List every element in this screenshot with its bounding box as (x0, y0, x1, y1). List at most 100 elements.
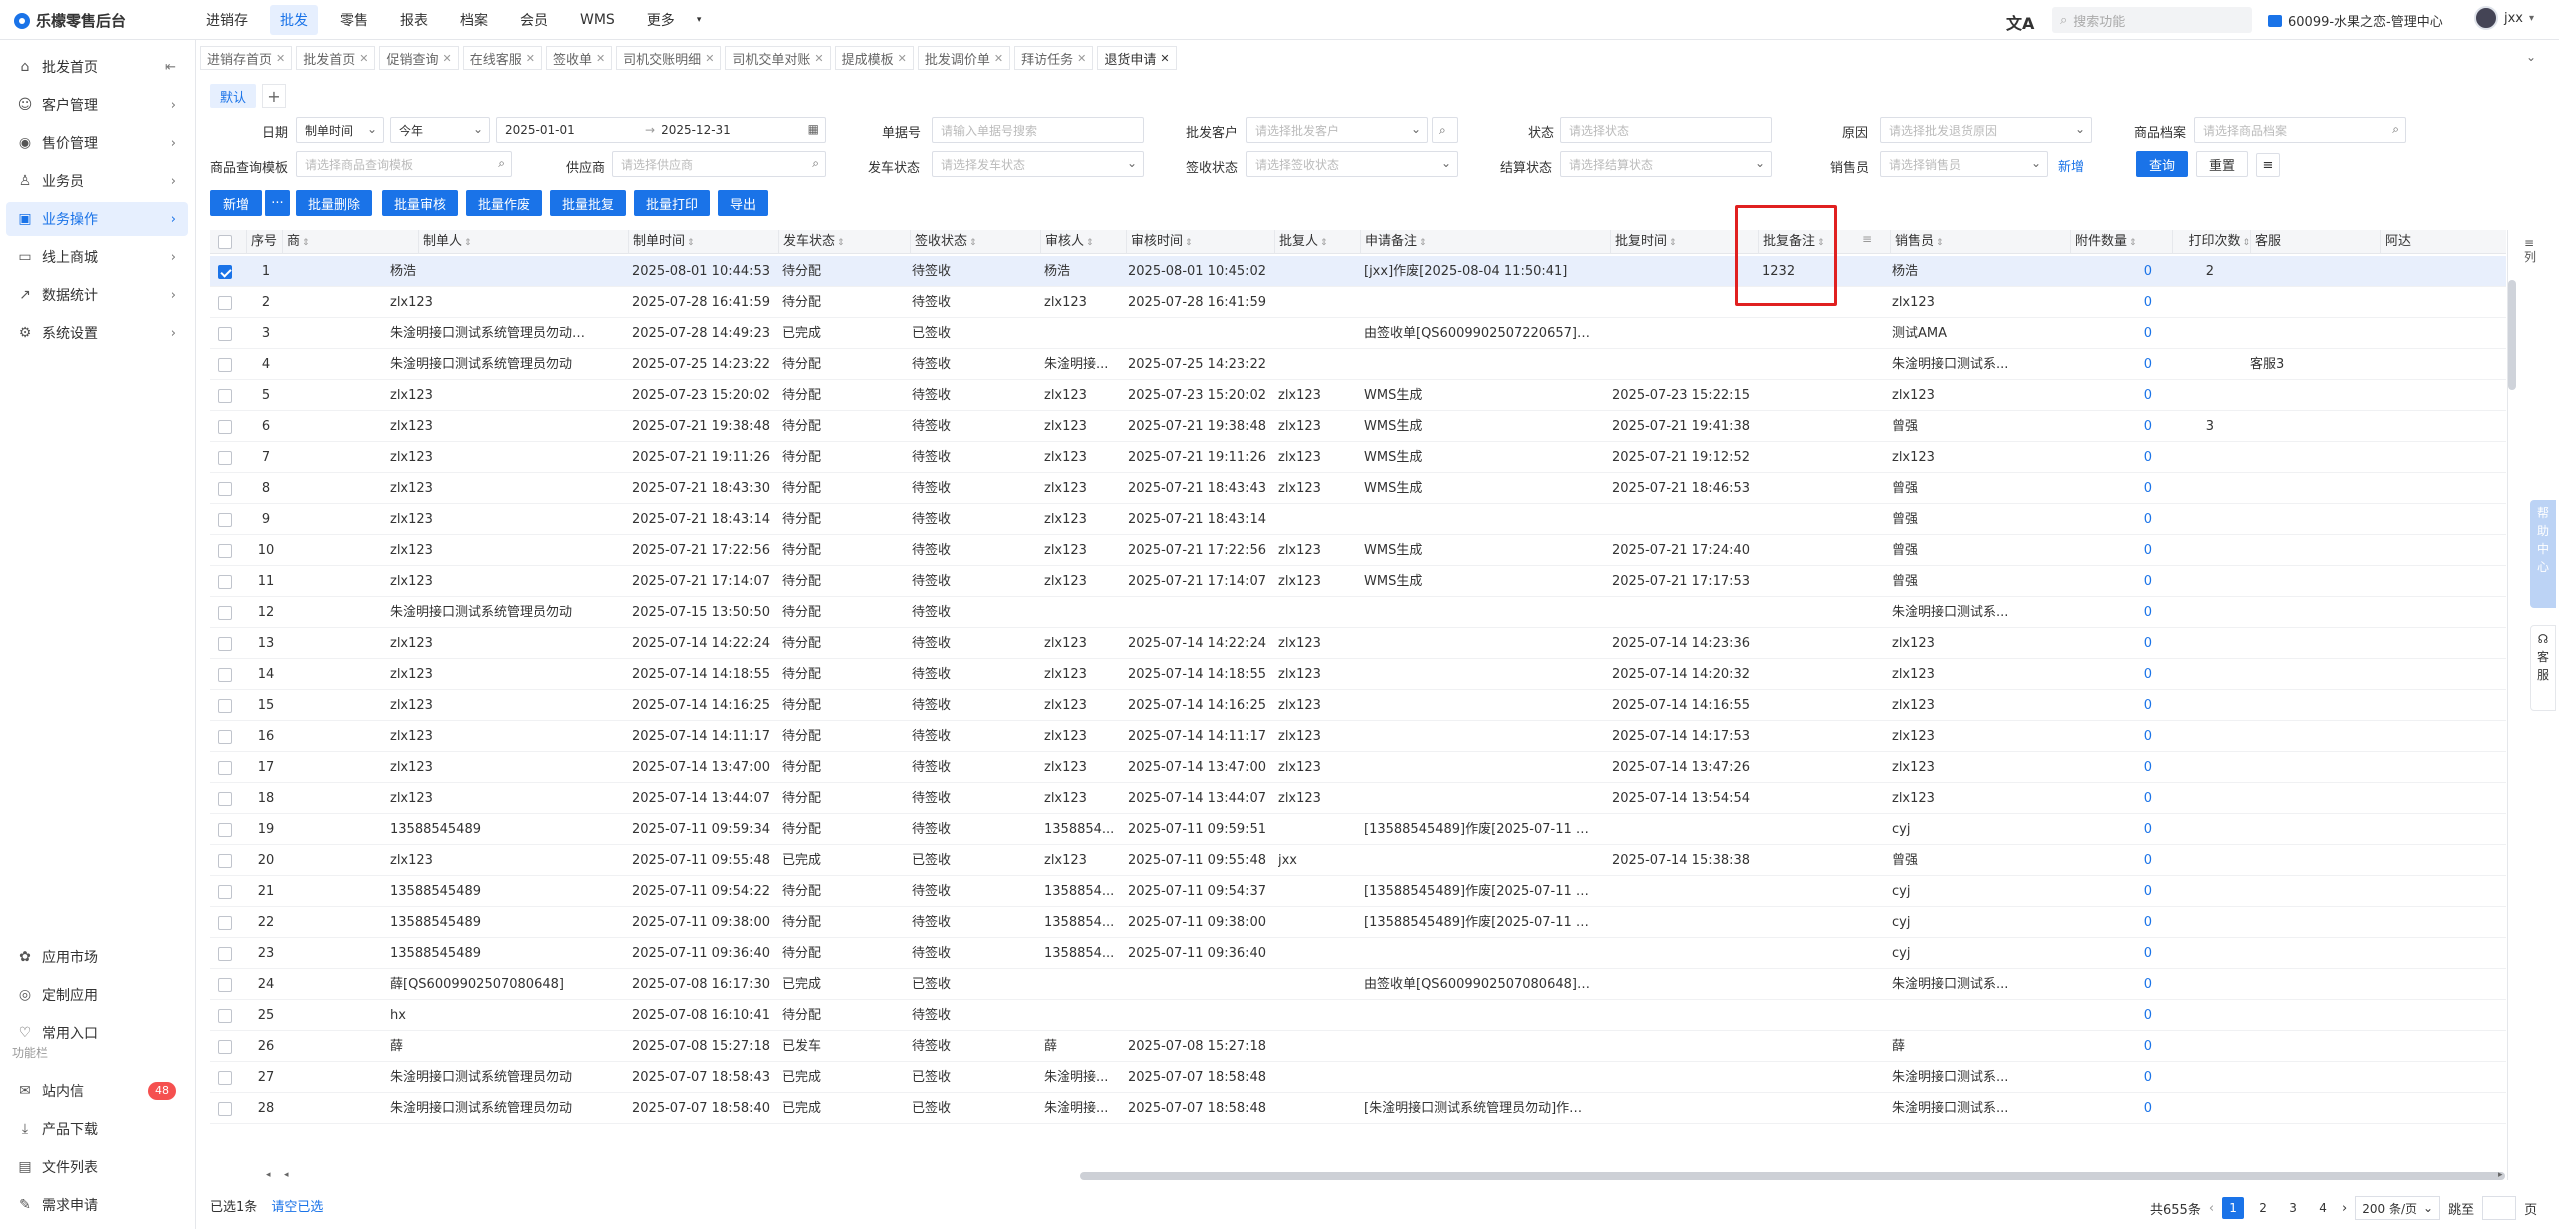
sort-icon[interactable]: ⇕ (837, 238, 845, 248)
date-range-select[interactable]: 今年 ⌄ (390, 117, 490, 143)
store-selector[interactable]: 60099-水果之恋-管理中心 (2268, 11, 2443, 30)
close-icon[interactable]: ✕ (1077, 52, 1086, 65)
page-tab[interactable]: 进销存首页 ✕ (200, 46, 293, 70)
jump-page-input[interactable] (2482, 1196, 2517, 1220)
sidebar-item[interactable]: ▣ 业务操作 › (6, 202, 188, 236)
scroll-right-icon[interactable]: ▸ (2498, 1170, 2503, 1180)
close-icon[interactable]: ✕ (596, 52, 605, 65)
tabs-more-icon[interactable]: ⌄ (2526, 50, 2536, 64)
client-select[interactable]: 请选择批发客户 ⌄ (1246, 117, 1428, 143)
date-type-select[interactable]: 制单时间 ⌄ (296, 117, 384, 143)
row-checkbox[interactable] (218, 265, 232, 279)
query-button[interactable]: 查询 (2136, 151, 2188, 177)
table-row[interactable]: 25 hx 2025-07-08 16:10:41 待分配 待签收 0 (210, 1000, 2506, 1031)
table-cell[interactable]: 0 (2070, 318, 2152, 349)
column-header[interactable]: 发车状态 ⇕ (778, 230, 910, 254)
page-number[interactable]: 1 (2222, 1197, 2245, 1219)
page-number[interactable]: 4 (2312, 1197, 2334, 1219)
topnav-item[interactable]: 批发 (270, 5, 318, 35)
customer-service-button[interactable]: ☊ 客服 (2530, 625, 2556, 711)
close-icon[interactable]: ✕ (898, 52, 907, 65)
row-checkbox[interactable] (218, 606, 232, 620)
table-cell[interactable]: 0 (2070, 845, 2152, 876)
sort-icon[interactable]: ⇕ (2242, 238, 2250, 248)
action-button[interactable]: 导出 (718, 190, 768, 216)
column-header[interactable]: 商 ⇕ (282, 230, 418, 254)
scroll-thumb[interactable] (1080, 1172, 2505, 1180)
row-checkbox[interactable] (218, 420, 232, 434)
row-checkbox[interactable] (218, 389, 232, 403)
table-row[interactable]: 6 zlx123 2025-07-21 19:38:48 待分配 待签收 zlx123 20… (210, 411, 2506, 442)
translate-icon[interactable]: 文A (2006, 10, 2034, 34)
row-checkbox[interactable] (218, 575, 232, 589)
row-checkbox[interactable] (218, 916, 232, 930)
row-checkbox[interactable] (218, 358, 232, 372)
sidebar-tool[interactable]: ⤓ 产品下载 (6, 1112, 188, 1146)
action-button[interactable]: 批量审核 (382, 190, 458, 216)
table-cell[interactable]: 0 (2070, 752, 2152, 783)
topnav-item[interactable]: 更多 (637, 5, 685, 35)
sidebar-item[interactable]: ▭ 线上商城 › (6, 240, 188, 274)
sort-icon[interactable]: ⇕ (687, 238, 695, 248)
query-template-input[interactable]: 请选择商品查询模板 ⌕ (296, 151, 512, 177)
table-row[interactable]: 10 zlx123 2025-07-21 17:22:56 待分配 待签收 zlx123 2… (210, 535, 2506, 566)
page-tab[interactable]: 批发调价单 ✕ (917, 46, 1011, 70)
vertical-scrollbar[interactable] (2508, 280, 2516, 390)
table-cell[interactable]: 0 (2070, 783, 2152, 814)
action-button[interactable]: 批量删除 (296, 190, 372, 216)
close-icon[interactable]: ✕ (994, 52, 1003, 65)
add-salesman-link[interactable]: 新增 (2058, 156, 2084, 175)
collapse-filters-icon[interactable]: ≡ (2256, 153, 2280, 177)
doc-number-input[interactable]: 请输入单据号搜索 (932, 117, 1144, 143)
column-header[interactable]: 审核人 ⇕ (1040, 230, 1126, 254)
scroll-left-icon[interactable]: ◂ (284, 1170, 289, 1180)
column-header[interactable]: 批复人 ⇕ (1274, 230, 1360, 254)
table-cell[interactable]: 0 (2070, 938, 2152, 969)
sidebar-item[interactable]: ⚙ 系统设置 › (6, 316, 188, 350)
sort-icon[interactable]: ⇕ (464, 238, 472, 248)
page-tab[interactable]: 司机交账明细 ✕ (616, 46, 722, 70)
page-tab[interactable]: 在线客服 ✕ (462, 46, 542, 70)
page-tab[interactable]: 签收单 ✕ (545, 46, 613, 70)
column-header[interactable]: 申请备注 ⇕ (1360, 230, 1610, 254)
page-tab[interactable]: 拜访任务 ✕ (1014, 46, 1094, 70)
row-checkbox[interactable] (218, 761, 232, 775)
horizontal-scrollbar[interactable]: ◂ ◂ ▸ (210, 1170, 2506, 1182)
sort-icon[interactable]: ⇕ (1185, 238, 1193, 248)
table-cell[interactable]: 0 (2070, 659, 2152, 690)
row-checkbox[interactable] (218, 668, 232, 682)
table-cell[interactable]: 0 (2070, 411, 2152, 442)
table-row[interactable]: 5 zlx123 2025-07-23 15:20:02 待分配 待签收 zlx123 20… (210, 380, 2506, 411)
settle-status-select[interactable]: 请选择结算状态 ⌄ (1560, 151, 1772, 177)
table-cell[interactable]: 0 (2070, 535, 2152, 566)
prev-page-icon[interactable]: ‹ (2209, 1201, 2214, 1216)
table-row[interactable]: 4 朱淦明接口测试系统管理员勿动 2025-07-25 14:23:22 待分配 待签收… (210, 349, 2506, 380)
page-tab[interactable]: 退货申请 ✕ (1097, 46, 1177, 70)
sign-status-select[interactable]: 请选择签收状态 ⌄ (1246, 151, 1458, 177)
client-search-button[interactable]: ⌕ (1432, 117, 1458, 143)
table-cell[interactable]: 0 (2070, 1031, 2152, 1062)
close-icon[interactable]: ✕ (442, 52, 451, 65)
table-row[interactable]: 16 zlx123 2025-07-14 14:11:17 待分配 待签收 zlx123 2… (210, 721, 2506, 752)
page-number[interactable]: 2 (2252, 1197, 2274, 1219)
column-header[interactable]: 序号 (246, 230, 282, 254)
table-cell[interactable]: 0 (2070, 876, 2152, 907)
row-checkbox[interactable] (218, 327, 232, 341)
column-header[interactable]: 客服 (2250, 230, 2380, 254)
column-header[interactable]: 制单时间 ⇕ (628, 230, 778, 254)
column-header[interactable]: 阿达 (2380, 230, 2506, 254)
row-checkbox[interactable] (218, 296, 232, 310)
clear-selection-link[interactable]: 请空已选 (271, 1200, 323, 1215)
table-row[interactable]: 13 zlx123 2025-07-14 14:22:24 待分配 待签收 zlx123 2… (210, 628, 2506, 659)
table-cell[interactable]: 0 (2070, 1062, 2152, 1093)
page-size-select[interactable]: 200 条/页 ⌄ (2355, 1196, 2441, 1220)
table-cell[interactable]: 0 (2070, 690, 2152, 721)
sidebar-item[interactable]: ⌂ 批发首页 ⇤ (6, 50, 188, 84)
column-header[interactable]: 销售员 ⇕ (1890, 230, 2070, 254)
action-button[interactable]: 批量打印 (634, 190, 710, 216)
table-cell[interactable]: 0 (2070, 349, 2152, 380)
table-row[interactable]: 24 薛[QS6009902507080648] 2025-07-08 16:17:… (210, 969, 2506, 1000)
page-tab[interactable]: 促销查询 ✕ (379, 46, 459, 70)
topnav-item[interactable]: 报表 (390, 5, 438, 35)
close-icon[interactable]: ✕ (359, 52, 368, 65)
